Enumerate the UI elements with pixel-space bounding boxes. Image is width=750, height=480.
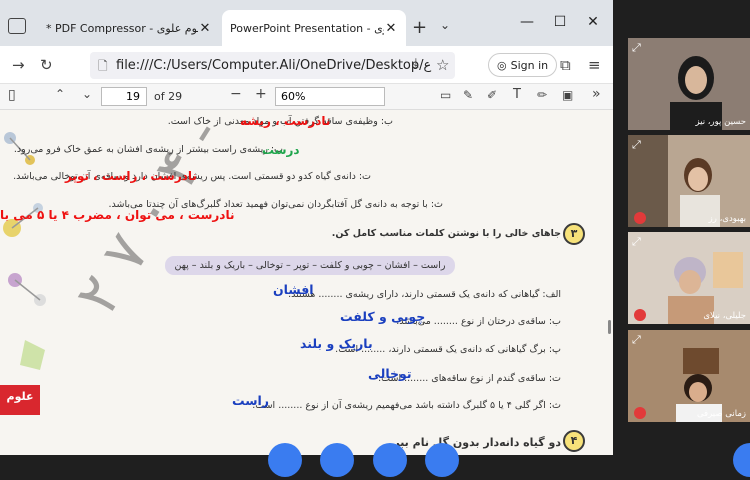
sign-in-label: Sign in: [510, 58, 549, 72]
download-pdf-icon[interactable]: ⤓: [413, 56, 419, 71]
more-tools-icon[interactable]: »: [592, 86, 601, 102]
maximize-icon[interactable]: ☐: [550, 14, 570, 30]
blue-answer: افشان: [273, 282, 314, 297]
bookmark-star-icon[interactable]: ☆: [436, 56, 449, 74]
chat-button[interactable]: [425, 443, 459, 477]
new-tab-icon[interactable]: +: [412, 17, 427, 38]
page-number-input[interactable]: 19: [101, 87, 147, 106]
participant-tile[interactable]: ⤢ زمانی صیرفی: [628, 330, 750, 422]
zoom-out-icon[interactable]: −: [230, 86, 242, 102]
participant-tile[interactable]: ⤢ حسین پور، نیز: [628, 38, 750, 130]
blue-answer: باریک و بلند: [300, 336, 373, 351]
tab-bar: * PDF Compressor - علوم علوی.pdf ✕ Power…: [0, 0, 613, 46]
zoom-in-icon[interactable]: +: [255, 86, 267, 102]
forward-icon[interactable]: →: [12, 56, 25, 74]
red-annotation: نادرست ، ریشه: [240, 114, 331, 128]
question-number: ۳: [563, 223, 585, 245]
close-tab-icon[interactable]: ✕: [198, 21, 212, 36]
minimize-icon[interactable]: —: [517, 14, 537, 30]
screen: * PDF Compressor - علوم علوی.pdf ✕ Power…: [0, 0, 750, 480]
muted-mic-icon: [634, 407, 646, 419]
reload-icon[interactable]: ↻: [40, 56, 53, 74]
comment-icon[interactable]: ▭: [440, 88, 451, 102]
doc-heading: دو گیاه دانه‌دار بدون گل نام ببر.: [389, 436, 561, 449]
blue-answer: توخالی: [368, 366, 412, 381]
next-page-icon[interactable]: ⌄: [82, 87, 92, 101]
menu-icon[interactable]: ≡: [588, 56, 601, 74]
participant-name: جلیلی، نیلای: [703, 311, 746, 321]
close-tab-icon[interactable]: ✕: [384, 21, 398, 36]
microphone-button[interactable]: [373, 443, 407, 477]
blue-answer: چوبی و کلفت: [340, 309, 426, 324]
muted-mic-icon: [634, 309, 646, 321]
blue-answer: راست: [232, 393, 270, 408]
tab-powerpoint-presentation[interactable]: PowerPoint Presentation - علوم علوی ✕: [222, 10, 406, 46]
tab-label: PowerPoint Presentation - علوم علوی: [230, 21, 384, 35]
image-icon[interactable]: ▣: [562, 88, 573, 102]
edit-icon[interactable]: ✎: [463, 88, 473, 102]
text-tool-icon[interactable]: T: [513, 87, 521, 102]
account-icon: ◎: [497, 58, 507, 72]
browser-window: * PDF Compressor - علوم علوی.pdf ✕ Power…: [0, 0, 613, 455]
nav-toolbar: → ↻ 🗋 file:///C:/Users/Computer.Ali/OneD…: [0, 46, 613, 84]
participant-tile[interactable]: ⤢ جلیلی، نیلای: [628, 232, 750, 324]
screen-share-button[interactable]: [320, 443, 354, 477]
camera-button[interactable]: [268, 443, 302, 477]
page-count: of 29: [154, 90, 183, 103]
expand-icon[interactable]: ⤢: [632, 333, 641, 347]
doc-line: پ: ریشه‌ی راست بیشتر از ریشه‌ی افشان به …: [13, 144, 283, 155]
expand-icon[interactable]: ⤢: [632, 41, 641, 55]
extensions-icon[interactable]: ⧉: [560, 56, 571, 74]
address-bar[interactable]: 🗋 file:///C:/Users/Computer.Ali/OneDrive…: [90, 52, 455, 79]
red-annotation: نادرست ، راست ، توپر: [65, 169, 197, 183]
molecule-art: [3, 132, 46, 370]
tab-pdf-compressor[interactable]: * PDF Compressor - علوم علوی.pdf ✕: [38, 10, 220, 46]
pdf-toolbar: ▯ ⌃ ⌄ 19 of 29 − + 60% ▭ ✎ ✐ T ✏ ▣ »: [0, 84, 613, 110]
green-annotation: درست: [262, 143, 300, 157]
muted-mic-icon: [634, 212, 646, 224]
scrollbar-thumb[interactable]: [608, 320, 611, 334]
draw-icon[interactable]: ✏: [537, 88, 547, 102]
participant-name: زمانی صیرفی: [696, 409, 746, 419]
expand-icon[interactable]: ⤢: [632, 138, 641, 152]
red-annotation: نادرست ، می توان ، مضرب ۴ یا ۵ می با: [0, 208, 235, 222]
participant-name: بهبودی، رز: [708, 214, 746, 224]
previous-page-icon[interactable]: ⌃: [55, 87, 65, 101]
question-number: ۴: [563, 430, 585, 452]
url-text: file:///C:/Users/Computer.Ali/OneDrive/D…: [116, 58, 432, 73]
zoom-select[interactable]: 60%: [275, 87, 385, 106]
word-bank: راست – افشان – چوبی و کلفت – توپر – توخا…: [165, 256, 455, 275]
sign-in-button[interactable]: ◎ Sign in: [488, 53, 558, 77]
participant-name: حسین پور، نیز: [695, 117, 746, 127]
doc-heading: جاهای خالی را با نوشتن کلمات مناسب کامل …: [331, 228, 561, 239]
publisher-logo: علوم: [0, 385, 40, 415]
close-window-icon[interactable]: ✕: [583, 14, 603, 30]
expand-icon[interactable]: ⤢: [632, 235, 641, 249]
doc-line: الف: گیاهانی که دانه‌ی یک قسمتی دارند، د…: [288, 289, 561, 300]
tab-label: * PDF Compressor - علوم علوی.pdf: [46, 21, 198, 35]
tab-overview-icon[interactable]: [8, 18, 26, 34]
tab-list-chevron-icon[interactable]: ⌄: [440, 18, 450, 32]
meeting-controls-bar: [0, 443, 750, 480]
highlight-icon[interactable]: ✐: [487, 88, 497, 102]
participant-tile[interactable]: ⤢ بهبودی، رز: [628, 135, 750, 227]
scrollbar[interactable]: [607, 110, 613, 455]
add-button[interactable]: [733, 443, 750, 477]
sidebar-toggle-icon[interactable]: ▯: [8, 87, 16, 103]
page-info-icon[interactable]: 🗋: [98, 57, 108, 78]
doc-line: ث: اگر گلی ۴ یا ۵ گلبرگ داشته باشد می‌فه…: [252, 400, 561, 411]
pdf-page: ۱۴۲۴۰۱ - ۴ ۰ ۷ ۲ ب: وظیفه‌ی ساقه گرفتن آ…: [0, 110, 613, 455]
